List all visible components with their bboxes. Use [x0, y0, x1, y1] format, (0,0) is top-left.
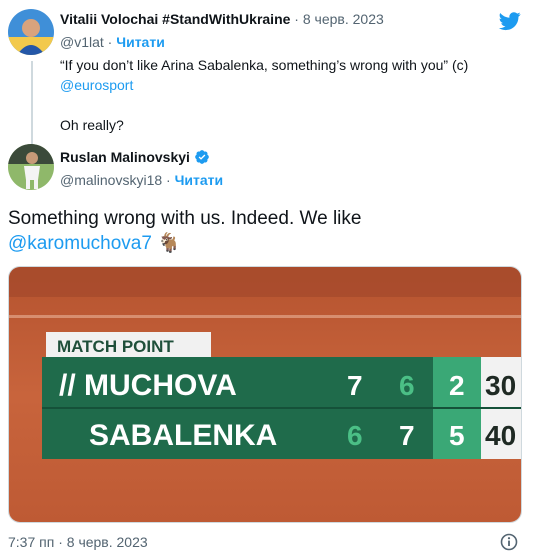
quoted-separator: ·: [290, 11, 303, 27]
game-points: 30: [485, 370, 516, 401]
verified-badge-icon: [195, 150, 209, 164]
player-name: // MUCHOVA: [59, 369, 237, 402]
game-points: 40: [485, 420, 516, 451]
tweet-timestamp[interactable]: 7:37 пп · 8 черв. 2023: [8, 534, 148, 550]
current-set-score: 2: [449, 370, 465, 401]
quoted-follow-link[interactable]: Читати: [116, 34, 165, 50]
quoted-handle-row: @v1lat · Читати: [60, 34, 165, 50]
quoted-mention-link[interactable]: @eurosport: [60, 77, 133, 93]
quoted-author-name[interactable]: Vitalii Volochai #StandWithUkraine · 8 ч…: [60, 11, 384, 27]
match-point-label: MATCH POINT: [57, 337, 174, 356]
set-score: 7: [399, 420, 415, 451]
goat-emoji: 🐐: [157, 233, 181, 254]
player-name: SABALENKA: [89, 419, 277, 452]
tweet-time[interactable]: 7:37 пп: [8, 534, 54, 550]
author-name-text[interactable]: Ruslan Malinovskyi: [60, 149, 190, 165]
author-handle-row: @malinovskyi18 · Читати: [60, 172, 223, 188]
author-handle[interactable]: @malinovskyi18: [60, 172, 162, 188]
set-score: 6: [399, 370, 415, 401]
author-handle-separator: ·: [162, 172, 175, 188]
current-set-score: 5: [449, 420, 465, 451]
quoted-tweet-text: “If you don’t like Arina Sabalenka, some…: [60, 55, 520, 135]
follow-link[interactable]: Читати: [175, 172, 224, 188]
quoted-author-avatar[interactable]: [8, 9, 54, 55]
court-line: [9, 315, 521, 318]
thread-line: [31, 61, 33, 144]
tweet-text-line: Something wrong with us. Indeed. We like: [8, 208, 362, 229]
quoted-handle-separator: ·: [103, 34, 117, 50]
scoreboard-row-divider: [42, 407, 521, 409]
set-score: 6: [347, 420, 363, 451]
twitter-bird-icon[interactable]: [498, 10, 522, 32]
quoted-text-line: Oh really?: [60, 117, 124, 133]
quoted-date[interactable]: 8 черв. 2023: [303, 11, 384, 27]
tweet-mention-link[interactable]: @karomuchova7: [8, 233, 152, 254]
author-name[interactable]: Ruslan Malinovskyi: [60, 149, 210, 165]
timestamp-separator: ·: [54, 534, 67, 550]
tweet-media-image[interactable]: MATCH POINT // MUCHOVA 7 6 2 30 SABALENK…: [8, 266, 522, 523]
quoted-text-line: “If you don’t like Arina Sabalenka, some…: [60, 57, 469, 73]
quoted-handle[interactable]: @v1lat: [60, 34, 104, 50]
tweet-text: Something wrong with us. Indeed. We like…: [8, 206, 518, 256]
quoted-author-name-text[interactable]: Vitalii Volochai #StandWithUkraine: [60, 11, 290, 27]
info-icon[interactable]: [500, 533, 518, 551]
set-score: 7: [347, 370, 363, 401]
tweet-date[interactable]: 8 черв. 2023: [67, 534, 148, 550]
author-avatar[interactable]: [8, 144, 54, 190]
court-backwall: [9, 267, 521, 297]
